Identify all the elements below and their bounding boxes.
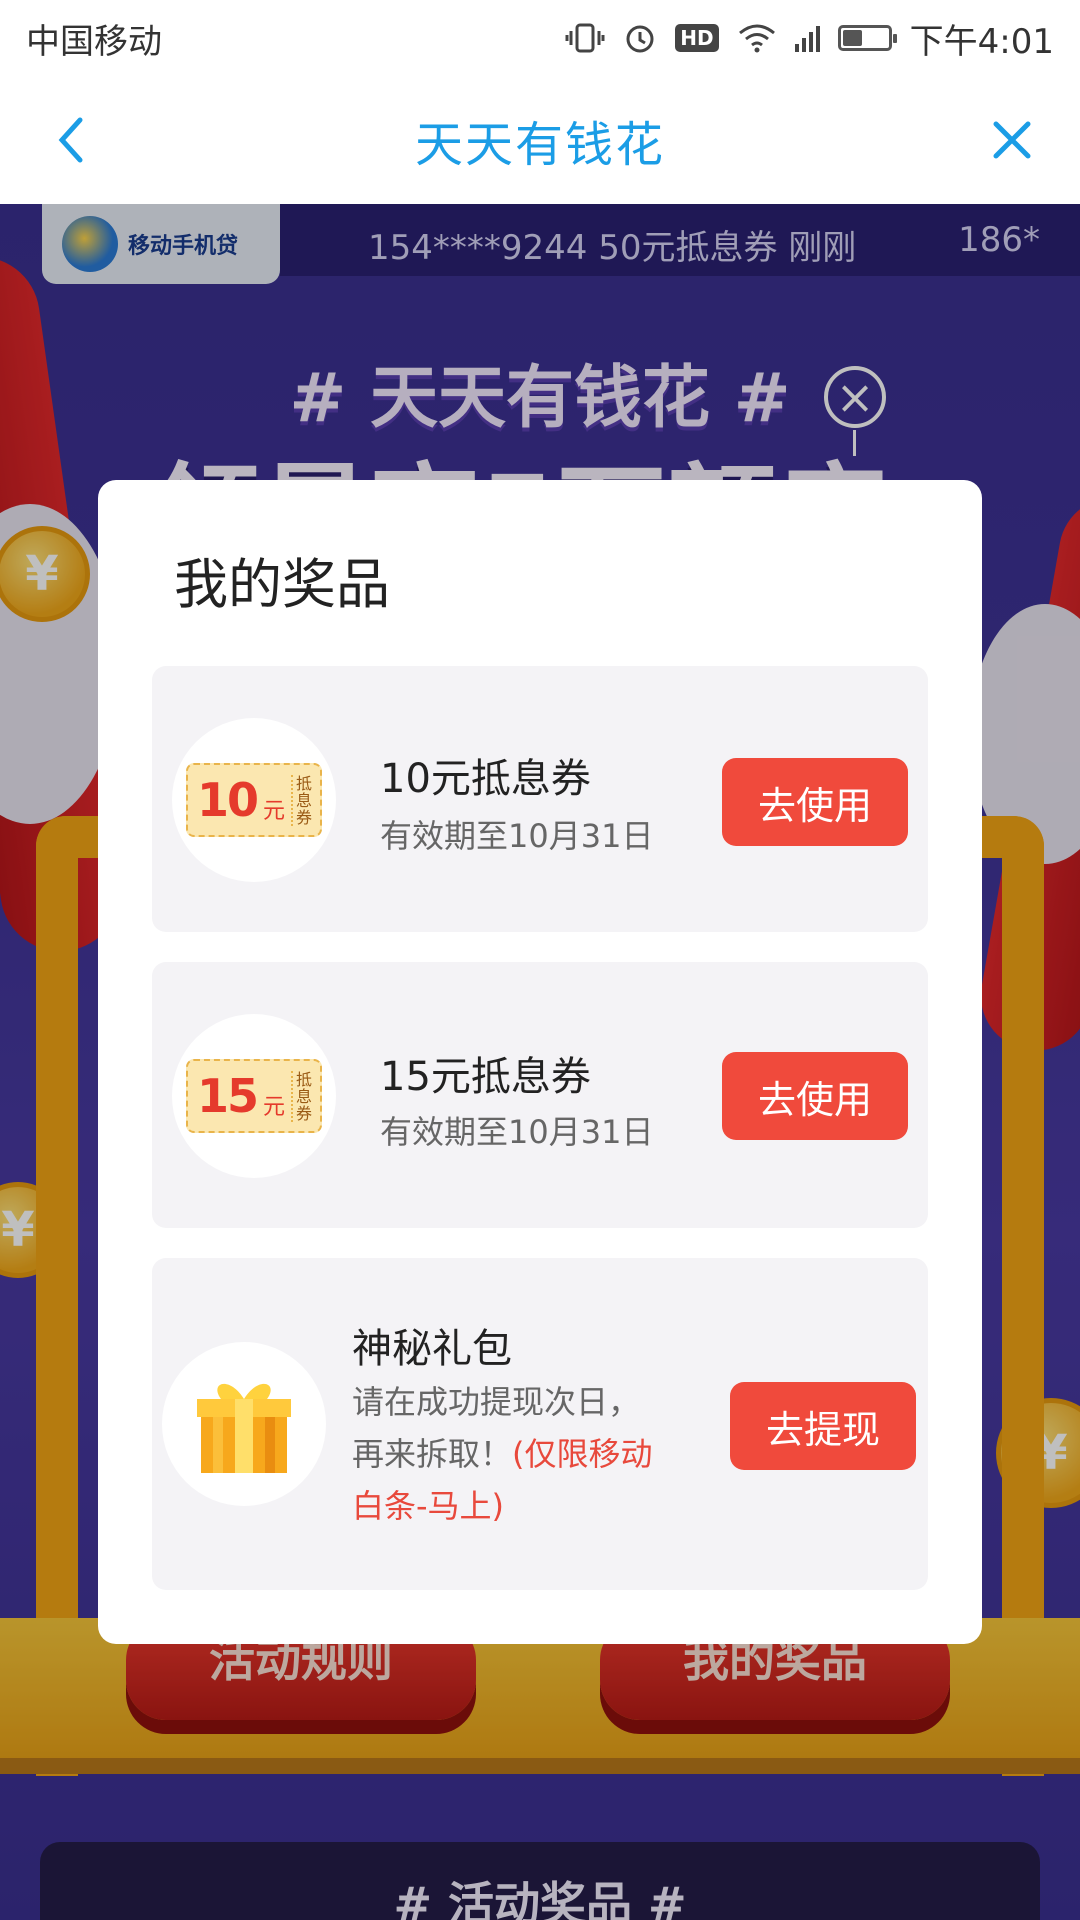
withdraw-button[interactable]: 去提现 (730, 1382, 916, 1470)
page-title: 天天有钱花 (414, 117, 665, 173)
chevron-left-icon (58, 117, 83, 163)
hd-badge: HD (675, 24, 719, 52)
prize-validity: 有效期至10月31日 (380, 817, 654, 855)
alarm-icon (623, 21, 657, 55)
prize-name: 15元抵息券 (380, 1054, 591, 1100)
coupon-ticket: 15 元 抵息券 (186, 1059, 322, 1133)
prize-description: 请在成功提现次日， 再来拆取！(仅限移动 白条-马上) (352, 1383, 653, 1525)
nav-bar: 天天有钱花 (0, 76, 1080, 204)
back-button[interactable] (44, 110, 104, 170)
battery-icon (837, 25, 897, 51)
carrier-label: 中国移动 (26, 21, 162, 62)
close-icon (993, 121, 1031, 159)
coupon-icon: 15 元 抵息券 (172, 1014, 336, 1178)
use-coupon-button[interactable]: 去使用 (722, 1052, 908, 1140)
prize-validity: 有效期至10月31日 (380, 1113, 654, 1151)
cellular-signal-icon (794, 24, 820, 52)
my-prizes-dialog: 我的奖品 10 元 抵息券 10元抵息券 有效期至10月31日 去使用 15 元… (98, 480, 982, 1644)
prize-item: 10 元 抵息券 10元抵息券 有效期至10月31日 去使用 (152, 666, 928, 932)
wifi-icon (737, 23, 777, 53)
prize-item: 神秘礼包 请在成功提现次日， 再来拆取！(仅限移动 白条-马上) 去提现 (152, 1258, 928, 1590)
vibrate-icon (565, 21, 605, 55)
coupon-icon: 10 元 抵息券 (172, 718, 336, 882)
gift-box-graphic (197, 1383, 291, 1473)
dialog-title: 我的奖品 (174, 553, 390, 616)
use-coupon-button[interactable]: 去使用 (722, 758, 908, 846)
battery-level (842, 30, 862, 46)
close-button[interactable] (982, 110, 1042, 170)
clock: 下午4:01 (909, 21, 1054, 62)
gift-icon (162, 1342, 326, 1506)
prize-name: 神秘礼包 (352, 1326, 512, 1372)
prize-name: 10元抵息券 (380, 756, 591, 802)
prize-item: 15 元 抵息券 15元抵息券 有效期至10月31日 去使用 (152, 962, 928, 1228)
status-bar: 中国移动 HD 下午4:01 (0, 0, 1080, 76)
status-icons: HD 下午4:01 (565, 14, 1054, 63)
coupon-ticket: 10 元 抵息券 (186, 763, 322, 837)
